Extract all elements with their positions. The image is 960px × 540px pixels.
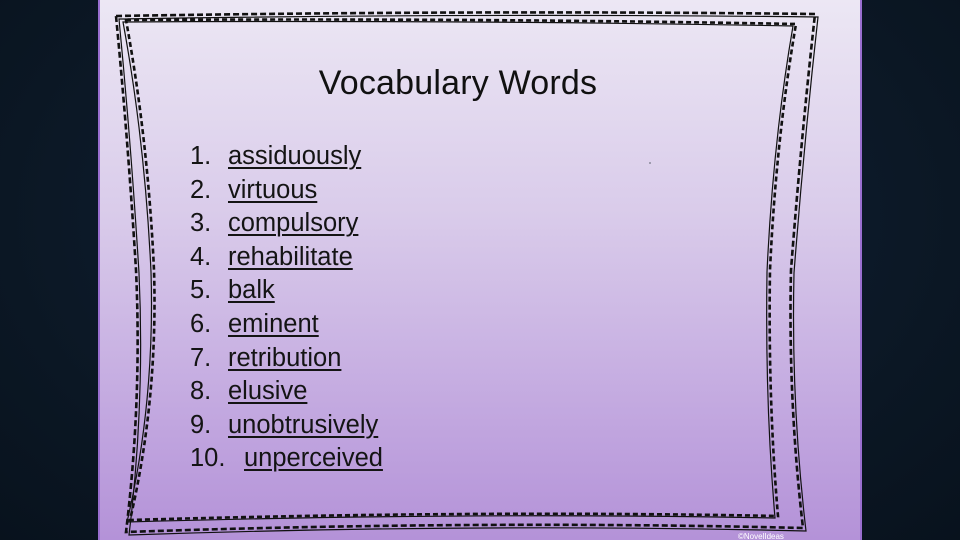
- stray-dot: [649, 162, 651, 164]
- item-number: 4.: [190, 242, 212, 271]
- list-item: 9. unobtrusively: [190, 409, 383, 443]
- vocab-word-link[interactable]: retribution: [228, 344, 341, 372]
- list-item: 6. eminent: [190, 308, 383, 342]
- item-number: 9.: [190, 410, 212, 439]
- list-item: 8. elusive: [190, 375, 383, 409]
- list-item: 2. virtuous: [190, 174, 383, 208]
- item-number: 3.: [190, 209, 212, 238]
- vocab-word-link[interactable]: balk: [228, 276, 275, 304]
- list-item: 10. unperceived: [190, 442, 383, 476]
- vocab-word-link[interactable]: unobtrusively: [228, 411, 378, 439]
- vocab-word-link[interactable]: eminent: [228, 310, 319, 338]
- vocabulary-list: 1. assiduously 2. virtuous 3. compulsory 4.…: [190, 140, 383, 476]
- vocab-word-link[interactable]: assiduously: [228, 142, 361, 170]
- slide: Vocabulary Words 1. assiduously 2. virtuou…: [98, 0, 862, 540]
- list-item: 7. retribution: [190, 342, 383, 376]
- vocab-word-link[interactable]: unperceived: [244, 444, 383, 472]
- list-item: 3. compulsory: [190, 207, 383, 241]
- item-number: 6.: [190, 309, 212, 338]
- item-number: 8.: [190, 377, 212, 406]
- item-number: 7.: [190, 343, 212, 372]
- item-number: 1.: [190, 142, 212, 170]
- list-item: 1. assiduously: [190, 140, 383, 174]
- list-item: 5. balk: [190, 274, 383, 308]
- list-item: 4. rehabilitate: [190, 241, 383, 275]
- vocab-word-link[interactable]: compulsory: [228, 209, 358, 237]
- vocab-word-link[interactable]: elusive: [228, 377, 307, 405]
- slide-title: Vocabulary Words: [318, 64, 598, 102]
- item-number: 5.: [190, 276, 212, 305]
- item-number: 10.: [190, 444, 226, 473]
- vocab-word-link[interactable]: virtuous: [228, 176, 317, 204]
- watermark-text: ©NovelIdeas: [738, 532, 784, 540]
- item-number: 2.: [190, 175, 212, 204]
- vocab-word-link[interactable]: rehabilitate: [228, 243, 353, 271]
